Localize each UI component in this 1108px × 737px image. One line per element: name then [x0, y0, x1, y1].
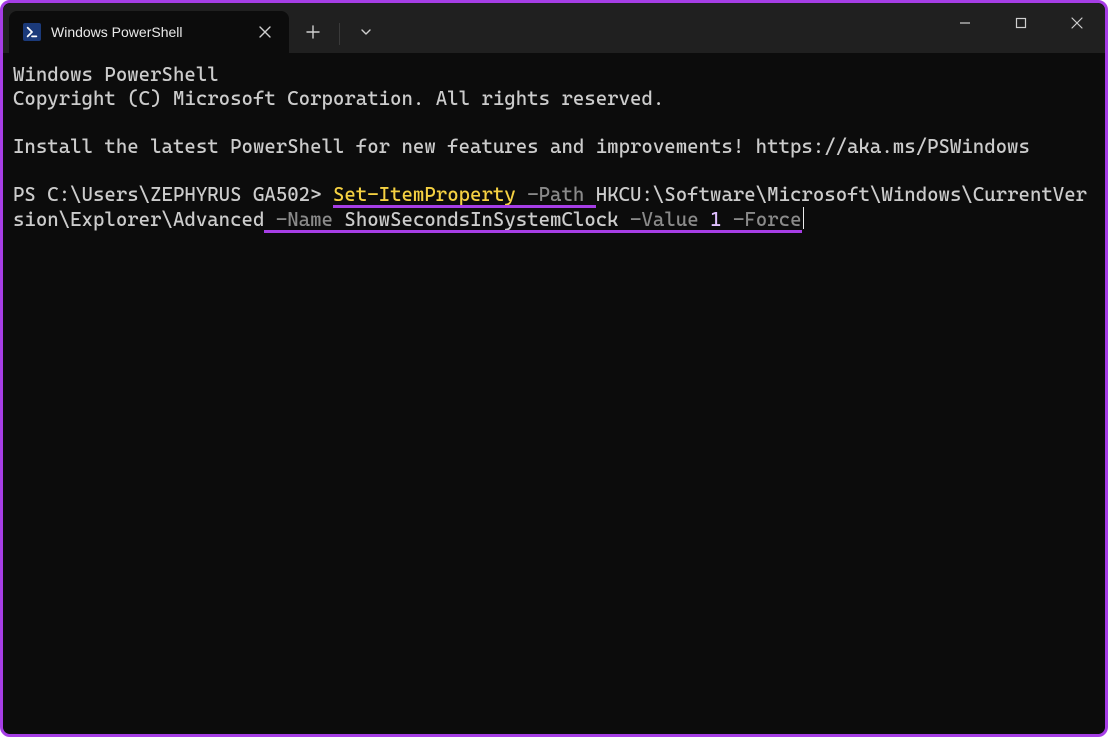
close-icon [259, 26, 271, 38]
tab-powershell[interactable]: Windows PowerShell [9, 11, 289, 53]
window-controls [937, 3, 1105, 53]
powershell-icon [23, 23, 41, 41]
param-value-dash: - [630, 208, 641, 231]
param-value-value: 1 [710, 208, 721, 231]
param-name-dash: - [276, 208, 287, 231]
title-bar: Windows PowerShell [3, 3, 1105, 53]
param-name-value: ShowSecondsInSystemClock [344, 208, 618, 231]
tab-close-button[interactable] [253, 20, 277, 44]
text-cursor [803, 207, 804, 229]
maximize-icon [1015, 17, 1027, 29]
param-force-name: Force [744, 208, 801, 231]
tab-actions [289, 3, 390, 53]
minimize-icon [959, 17, 971, 29]
tab-title: Windows PowerShell [51, 24, 243, 40]
titlebar-drag-area[interactable] [390, 3, 937, 53]
chevron-down-icon [360, 26, 372, 38]
separator [339, 23, 340, 45]
param-path-dash: - [527, 183, 538, 206]
minimize-button[interactable] [937, 3, 993, 43]
plus-icon [306, 25, 320, 39]
terminal-install-message: Install the latest PowerShell for new fe… [13, 135, 1030, 158]
param-force-dash: - [733, 208, 744, 231]
prompt-suffix: > [310, 183, 333, 206]
param-path-name: Path [539, 183, 585, 206]
close-icon [1071, 17, 1083, 29]
terminal-window: Windows PowerShell [0, 0, 1108, 737]
param-value-name: Value [641, 208, 698, 231]
prompt-prefix: PS [13, 183, 47, 206]
tab-dropdown-button[interactable] [346, 16, 386, 48]
cmdlet: Set-ItemProperty [333, 183, 516, 206]
tab-strip: Windows PowerShell [3, 3, 289, 53]
new-tab-button[interactable] [293, 16, 333, 48]
terminal-copyright-line: Copyright (C) Microsoft Corporation. All… [13, 87, 664, 110]
terminal-header-line: Windows PowerShell [13, 63, 219, 86]
maximize-button[interactable] [993, 3, 1049, 43]
prompt-path: C:\Users\ZEPHYRUS GA502 [47, 183, 310, 206]
param-name-name: Name [287, 208, 333, 231]
terminal-pane[interactable]: Windows PowerShell Copyright (C) Microso… [3, 53, 1105, 734]
window-close-button[interactable] [1049, 3, 1105, 43]
